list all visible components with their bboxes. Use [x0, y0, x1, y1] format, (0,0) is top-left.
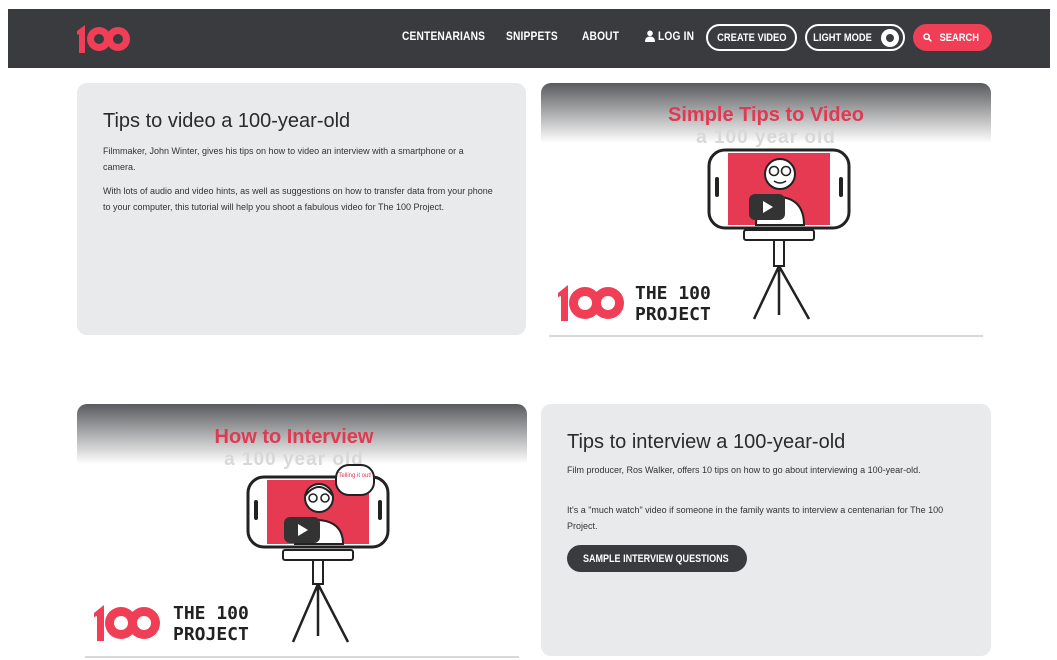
phone-on-tripod-illustration	[707, 148, 851, 320]
create-video-button[interactable]: CREATE VIDEO	[706, 24, 797, 51]
card-title: Tips to interview a 100-year-old	[567, 431, 846, 453]
site-logo[interactable]	[74, 23, 134, 55]
play-icon	[763, 201, 773, 213]
top-navbar: CENTENARIANS SNIPPETS ABOUT LOG IN CREAT…	[8, 9, 1050, 68]
thumbnail-underline	[85, 656, 519, 658]
card-paragraph: It's a "much watch" video if someone in …	[567, 505, 944, 531]
thumbnail-subtitle: a 100 year old	[224, 449, 364, 470]
tips-video-card: Tips to video a 100-year-old Filmmaker, …	[77, 83, 526, 335]
search-label: SEARCH	[939, 31, 979, 44]
card-paragraph: With lots of audio and video hints, as w…	[103, 186, 493, 212]
phone-on-tripod-illustration	[246, 475, 390, 643]
toggle-icon	[881, 28, 899, 47]
logo-100-icon	[94, 605, 160, 641]
card-title: Tips to video a 100-year-old	[103, 110, 351, 132]
user-icon	[645, 29, 655, 43]
thumbnail-title: Simple Tips to Video	[668, 104, 864, 126]
brand-line-2: PROJECT	[173, 624, 249, 645]
tips-interview-card: Tips to interview a 100-year-old Film pr…	[541, 404, 991, 656]
play-button[interactable]	[749, 194, 785, 220]
thumbnail-title: How to Interview	[214, 426, 374, 448]
card-paragraph: Filmmaker, John Winter, gives his tips o…	[103, 146, 464, 172]
sample-interview-questions-button[interactable]: SAMPLE INTERVIEW QUESTIONS	[567, 545, 747, 572]
brand-line-1: THE 100	[173, 603, 249, 624]
button-label: SAMPLE INTERVIEW QUESTIONS	[582, 552, 729, 565]
search-icon	[922, 33, 932, 42]
video-thumbnail-how-to-interview[interactable]: How to Interview a 100 year old Telling …	[77, 404, 527, 658]
video-thumbnail-simple-tips[interactable]: Simple Tips to Video a 100 year old THE …	[541, 83, 991, 337]
brand-line-2: PROJECT	[635, 304, 711, 325]
brand-line-1: THE 100	[635, 283, 711, 304]
logo-100-icon	[558, 285, 624, 321]
logo-100-icon	[77, 25, 130, 53]
thumbnail-underline	[549, 335, 983, 337]
speech-bubble: Telling it out!	[335, 464, 375, 496]
nav-link-about[interactable]: ABOUT	[582, 29, 619, 43]
search-button[interactable]: SEARCH	[913, 24, 992, 51]
card-paragraph: Film producer, Ros Walker, offers 10 tip…	[567, 465, 921, 475]
nav-link-login[interactable]: LOG IN	[658, 29, 694, 43]
light-mode-label: LIGHT MODE	[813, 31, 872, 44]
create-video-label: CREATE VIDEO	[716, 31, 787, 44]
play-button[interactable]	[284, 517, 320, 543]
play-icon	[298, 524, 308, 536]
light-mode-toggle[interactable]: LIGHT MODE	[805, 24, 905, 51]
nav-link-snippets[interactable]: SNIPPETS	[506, 29, 558, 43]
nav-link-centenarians[interactable]: CENTENARIANS	[402, 29, 485, 43]
thumbnail-subtitle: a 100 year old	[696, 127, 836, 148]
